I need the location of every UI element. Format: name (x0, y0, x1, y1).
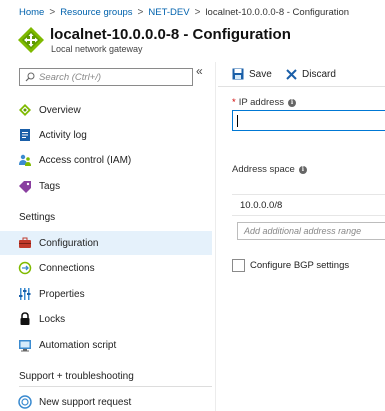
properties-icon (18, 287, 32, 301)
save-label: Save (249, 68, 272, 80)
overview-icon (18, 103, 32, 117)
page-header: localnet-10.0.0.0-8 - Configuration Loca… (0, 25, 385, 59)
breadcrumb: Home > Resource groups > NET-DEV > local… (0, 0, 385, 24)
collapse-sidebar-button[interactable]: « (196, 64, 203, 78)
breadcrumb-separator: > (49, 6, 56, 18)
sidebar-item-configuration[interactable]: Configuration (0, 231, 212, 255)
info-icon[interactable]: i (298, 165, 307, 174)
discard-button[interactable]: Discard (286, 65, 336, 83)
sidebar-item-label: New support request (39, 396, 132, 408)
sidebar-item-label: Properties (39, 288, 85, 300)
sidebar: Search (Ctrl+/) « Overview Activity log … (0, 62, 212, 411)
sidebar-item-tags[interactable]: Tags (0, 174, 212, 198)
discard-label: Discard (302, 68, 336, 80)
save-button[interactable]: Save (232, 65, 272, 83)
sidebar-item-access-control[interactable]: Access control (IAM) (0, 148, 212, 172)
local-network-gateway-icon (18, 27, 44, 53)
configuration-panel: Save Discard * IP address i Address spac… (218, 62, 385, 411)
add-address-range-placeholder: Add additional address range (244, 226, 362, 236)
sidebar-item-properties[interactable]: Properties (0, 282, 212, 306)
required-marker: * (232, 97, 236, 108)
command-bar-divider (218, 86, 385, 87)
sidebar-item-label: Configuration (39, 237, 99, 249)
settings-section-heading: Settings (19, 212, 56, 223)
sidebar-item-connections[interactable]: Connections (0, 256, 212, 280)
sidebar-item-activity-log[interactable]: Activity log (0, 123, 212, 147)
sidebar-item-label: Access control (IAM) (39, 154, 132, 166)
address-space-label: Address space i (232, 164, 307, 175)
sidebar-item-label: Connections (39, 262, 95, 274)
sidebar-item-new-support-request[interactable]: New support request (0, 390, 212, 411)
sidebar-item-label: Overview (39, 104, 81, 116)
sidebar-item-label: Locks (39, 313, 66, 325)
breadcrumb-current: localnet-10.0.0.0-8 - Configuration (205, 6, 350, 18)
breadcrumb-separator: > (137, 6, 144, 18)
sidebar-item-automation-script[interactable]: Automation script (0, 333, 212, 357)
sidebar-item-label: Tags (39, 180, 61, 192)
automation-script-icon (18, 338, 32, 352)
breadcrumb-resource-groups-link[interactable]: Resource groups (60, 7, 132, 18)
tag-icon (18, 179, 32, 193)
breadcrumb-separator: > (194, 6, 201, 18)
search-placeholder: Search (Ctrl+/) (39, 71, 102, 83)
connections-icon (18, 261, 32, 275)
add-address-range-input[interactable]: Add additional address range (237, 222, 385, 240)
sidebar-item-locks[interactable]: Locks (0, 307, 212, 331)
section-divider (19, 386, 212, 387)
text-caret (237, 115, 238, 127)
info-icon[interactable]: i (287, 98, 296, 107)
sidebar-item-overview[interactable]: Overview (0, 98, 212, 122)
save-icon (232, 68, 244, 80)
page-title: localnet-10.0.0.0-8 - Configuration (50, 26, 291, 43)
address-space-value: 10.0.0.0/8 (240, 199, 283, 211)
page-subtitle: Local network gateway (51, 44, 143, 54)
configure-bgp-checkbox[interactable] (232, 259, 245, 272)
address-space-label-text: Address space (232, 164, 295, 175)
ip-address-input[interactable] (232, 110, 385, 131)
address-space-entry[interactable]: 10.0.0.0/8 (232, 194, 385, 216)
ip-address-label-text: IP address (238, 97, 284, 108)
search-icon (25, 72, 35, 82)
support-request-icon (18, 395, 32, 409)
activity-log-icon (18, 128, 32, 142)
discard-icon (286, 68, 297, 80)
access-control-icon (18, 153, 32, 167)
panel-divider (215, 62, 216, 411)
configure-bgp-label[interactable]: Configure BGP settings (250, 260, 349, 271)
lock-icon (18, 312, 32, 326)
toolbox-icon (18, 236, 32, 250)
breadcrumb-net-dev-link[interactable]: NET-DEV (148, 7, 189, 18)
sidebar-item-label: Activity log (39, 129, 87, 141)
search-input[interactable]: Search (Ctrl+/) (19, 68, 193, 86)
sidebar-item-label: Automation script (39, 339, 117, 351)
support-section-heading: Support + troubleshooting (19, 371, 134, 382)
ip-address-label: * IP address i (232, 97, 296, 108)
breadcrumb-home-link[interactable]: Home (19, 7, 44, 18)
